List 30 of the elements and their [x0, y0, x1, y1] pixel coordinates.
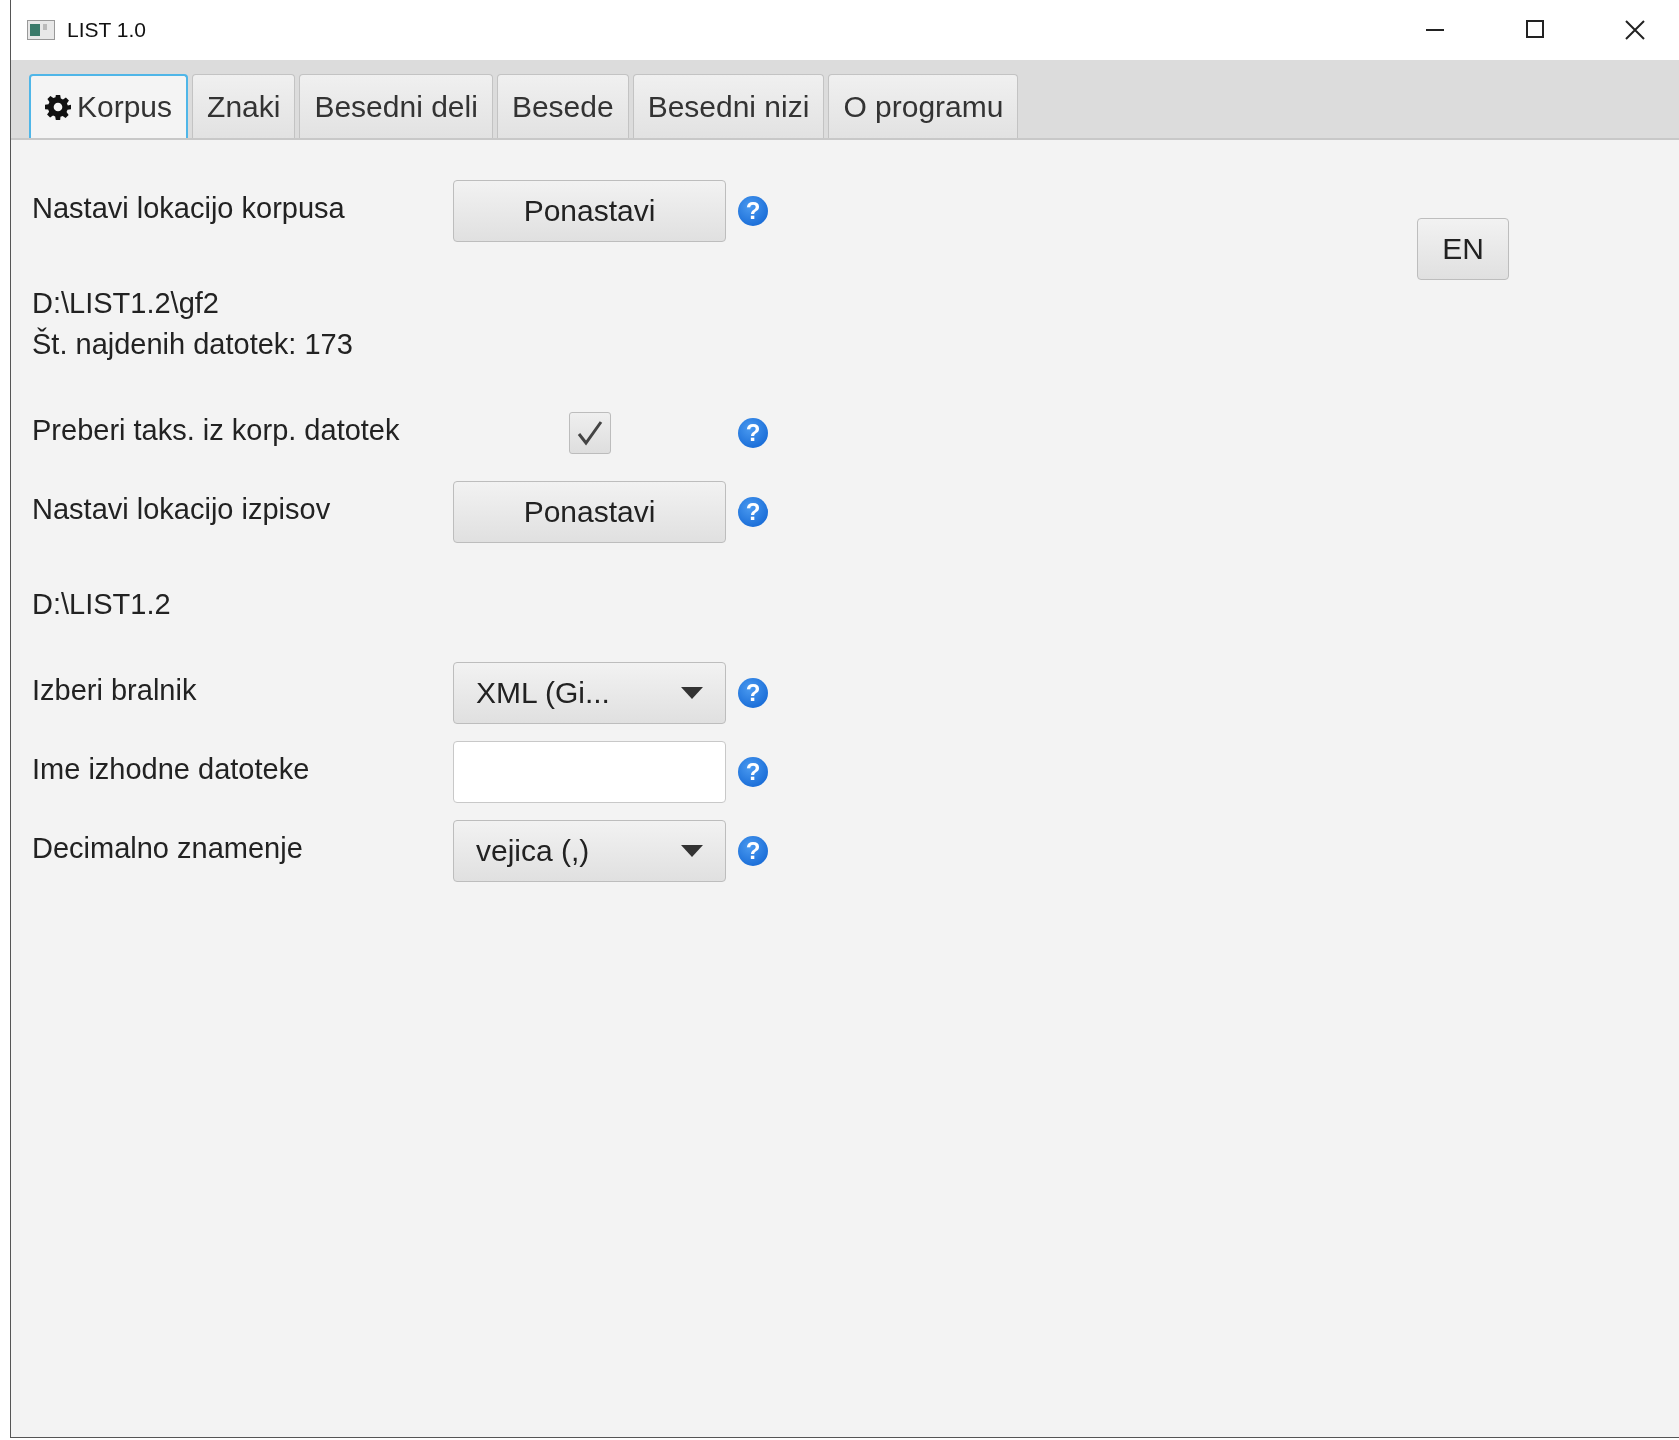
reset-button[interactable]: Ponastavi: [453, 481, 726, 543]
gear-icon: [45, 94, 71, 120]
path-text: D:\LIST1.2: [32, 587, 172, 622]
caret-icon: [681, 687, 703, 699]
tab[interactable]: O programu: [828, 74, 1019, 138]
dropdown[interactable]: vejica (,): [453, 820, 726, 882]
app-icon: [27, 20, 55, 40]
tab[interactable]: Besede: [496, 74, 629, 138]
field-label: Izberi bralnik: [32, 673, 198, 707]
dropdown[interactable]: XML (Gi...: [453, 662, 726, 724]
check-icon: [575, 419, 604, 447]
field-label: Decimalno znamenje: [32, 831, 304, 865]
tab[interactable]: Znaki: [192, 74, 296, 138]
path-text: Št. najdenih datotek: 173: [32, 326, 354, 362]
caret-icon: [681, 845, 703, 857]
field-label: Preberi taks. iz korp. datotek: [32, 413, 401, 447]
window-title: LIST 1.0: [67, 18, 147, 42]
field-label: Ime izhodne datoteke: [32, 752, 311, 786]
tab[interactable]: Besedni nizi: [632, 74, 825, 138]
close-icon[interactable]: [1624, 20, 1646, 40]
input-field[interactable]: [453, 741, 726, 803]
maximize-icon[interactable]: [1524, 20, 1546, 40]
field-label: Nastavi lokacijo korpusa: [32, 191, 346, 225]
path-text: D:\LIST1.2\gf2: [32, 286, 220, 321]
language-button[interactable]: EN: [1417, 218, 1509, 280]
tab[interactable]: Besedni deli: [299, 74, 493, 138]
field-label: Nastavi lokacijo izpisov: [32, 492, 332, 526]
checkbox[interactable]: [568, 412, 611, 454]
reset-button[interactable]: Ponastavi: [453, 180, 726, 242]
tab[interactable]: Korpus: [29, 74, 189, 138]
